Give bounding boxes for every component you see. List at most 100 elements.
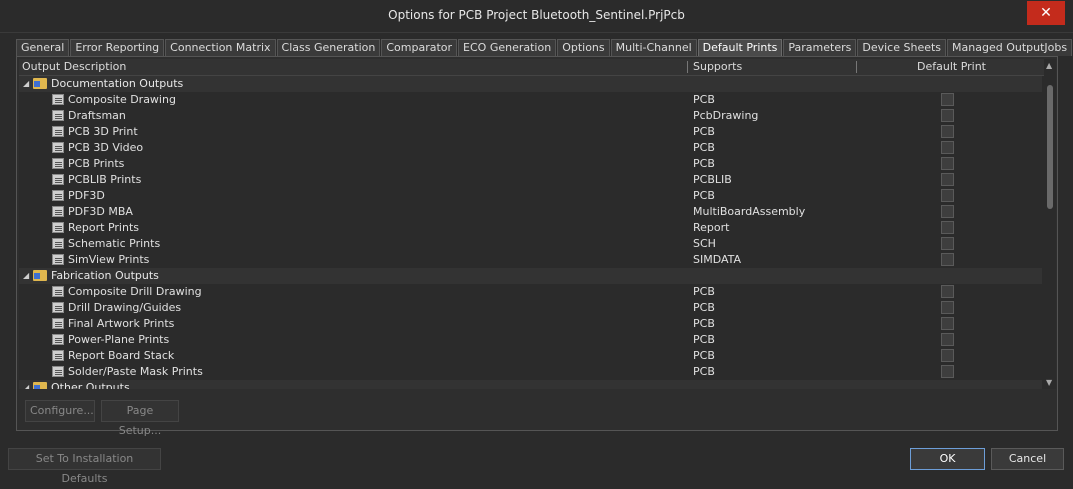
output-name: PCB Prints <box>68 157 125 170</box>
default-print-checkbox[interactable] <box>941 141 954 154</box>
default-print-checkbox[interactable] <box>941 365 954 378</box>
output-name: Schematic Prints <box>68 237 161 250</box>
scrollbar-thumb[interactable] <box>1047 85 1053 209</box>
output-row[interactable]: PCBLIB Prints PCBLIB <box>19 172 1042 188</box>
default-print-checkbox[interactable] <box>941 285 954 298</box>
group-row[interactable]: ◢ Fabrication Outputs <box>19 268 1042 284</box>
output-name: PCB 3D Video <box>68 141 144 154</box>
close-button[interactable]: ✕ <box>1027 1 1065 25</box>
output-row[interactable]: Schematic Prints SCH <box>19 236 1042 252</box>
group-row[interactable]: ◢ Documentation Outputs <box>19 76 1042 92</box>
ok-button[interactable]: OK <box>910 448 985 470</box>
printer-icon <box>52 318 64 329</box>
outputs-grid: Output Description Supports Default Prin… <box>19 59 1056 389</box>
output-name: Power-Plane Prints <box>68 333 170 346</box>
output-row[interactable]: PCB 3D Video PCB <box>19 140 1042 156</box>
tab-general[interactable]: General <box>16 39 70 56</box>
default-print-checkbox[interactable] <box>941 125 954 138</box>
tab-device-sheets[interactable]: Device Sheets <box>857 39 947 56</box>
tab-error-reporting[interactable]: Error Reporting <box>70 39 165 56</box>
folder-icon <box>33 382 47 389</box>
window-title: Options for PCB Project Bluetooth_Sentin… <box>388 8 685 22</box>
column-divider[interactable] <box>687 61 688 73</box>
default-print-checkbox[interactable] <box>941 109 954 122</box>
column-header-supports[interactable]: Supports <box>693 60 742 73</box>
output-row[interactable]: Draftsman PcbDrawing <box>19 108 1042 124</box>
configure-button[interactable]: Configure... <box>25 400 95 422</box>
tab-multi-channel[interactable]: Multi-Channel <box>610 39 697 56</box>
output-supports: PCB <box>693 125 715 138</box>
tab-default-prints[interactable]: Default Prints <box>697 39 783 56</box>
collapse-arrow-icon[interactable]: ◢ <box>23 271 29 280</box>
scroll-up-icon[interactable]: ▲ <box>1046 61 1052 70</box>
output-row[interactable]: PCB Prints PCB <box>19 156 1042 172</box>
output-row[interactable]: PCB 3D Print PCB <box>19 124 1042 140</box>
output-row[interactable]: Report Prints Report <box>19 220 1042 236</box>
tab-comparator[interactable]: Comparator <box>381 39 458 56</box>
printer-icon <box>52 350 64 361</box>
output-row[interactable]: Power-Plane Prints PCB <box>19 332 1042 348</box>
default-print-checkbox[interactable] <box>941 317 954 330</box>
output-name: Drill Drawing/Guides <box>68 301 182 314</box>
printer-icon <box>52 126 64 137</box>
output-supports: PCB <box>693 301 715 314</box>
output-supports: SIMDATA <box>693 253 742 266</box>
column-header-description[interactable]: Output Description <box>22 60 126 73</box>
output-supports: PCBLIB <box>693 173 732 186</box>
output-supports: PcbDrawing <box>693 109 759 122</box>
default-print-checkbox[interactable] <box>941 301 954 314</box>
output-supports: PCB <box>693 285 715 298</box>
output-name: Draftsman <box>68 109 126 122</box>
default-print-checkbox[interactable] <box>941 333 954 346</box>
page-setup-button[interactable]: Page Setup... <box>101 400 179 437</box>
default-print-checkbox[interactable] <box>941 237 954 250</box>
output-name: Report Prints <box>68 221 139 234</box>
default-print-checkbox[interactable] <box>941 93 954 106</box>
output-row[interactable]: Composite Drawing PCB <box>19 92 1042 108</box>
output-row[interactable]: Final Artwork Prints PCB <box>19 316 1042 332</box>
cancel-button[interactable]: Cancel <box>991 448 1064 470</box>
output-row[interactable]: PDF3D MBA MultiBoardAssembly <box>19 204 1042 220</box>
tab-connection-matrix[interactable]: Connection Matrix <box>165 39 276 56</box>
title-bar: Options for PCB Project Bluetooth_Sentin… <box>0 0 1073 33</box>
collapse-arrow-icon[interactable]: ◢ <box>23 79 29 88</box>
default-print-checkbox[interactable] <box>941 349 954 362</box>
tab-class-generation[interactable]: Class Generation <box>276 39 381 56</box>
group-row[interactable]: ◢ Other Outputs <box>19 380 1042 389</box>
output-row[interactable]: Solder/Paste Mask Prints PCB <box>19 364 1042 380</box>
output-row[interactable]: SimView Prints SIMDATA <box>19 252 1042 268</box>
output-supports: PCB <box>693 317 715 330</box>
collapse-arrow-icon[interactable]: ◢ <box>23 383 29 389</box>
output-name: Composite Drawing <box>68 93 176 106</box>
vertical-scrollbar[interactable]: ▲ ▼ <box>1044 59 1056 389</box>
set-to-installation-defaults-button[interactable]: Set To Installation Defaults <box>8 448 161 485</box>
column-header-default-print[interactable]: Default Print <box>917 60 986 73</box>
default-print-checkbox[interactable] <box>941 253 954 266</box>
folder-icon <box>33 78 47 89</box>
output-row[interactable]: Report Board Stack PCB <box>19 348 1042 364</box>
output-row[interactable]: Composite Drill Drawing PCB <box>19 284 1042 300</box>
output-supports: PCB <box>693 365 715 378</box>
tab-options[interactable]: Options <box>557 39 610 56</box>
printer-icon <box>52 254 64 265</box>
output-row[interactable]: PDF3D PCB <box>19 188 1042 204</box>
output-supports: PCB <box>693 189 715 202</box>
printer-icon <box>52 94 64 105</box>
output-supports: PCB <box>693 141 715 154</box>
default-print-checkbox[interactable] <box>941 205 954 218</box>
printer-icon <box>52 110 64 121</box>
folder-icon <box>33 270 47 281</box>
scroll-down-icon[interactable]: ▼ <box>1046 378 1052 387</box>
tab-bar: General Error Reporting Connection Matri… <box>16 39 1073 57</box>
column-divider[interactable] <box>856 61 857 73</box>
tab-managed-outputjobs[interactable]: Managed OutputJobs <box>947 39 1073 56</box>
default-print-checkbox[interactable] <box>941 173 954 186</box>
default-print-checkbox[interactable] <box>941 157 954 170</box>
output-name: PCB 3D Print <box>68 125 138 138</box>
tab-eco-generation[interactable]: ECO Generation <box>458 39 557 56</box>
default-print-checkbox[interactable] <box>941 221 954 234</box>
tab-parameters[interactable]: Parameters <box>783 39 857 56</box>
output-row[interactable]: Drill Drawing/Guides PCB <box>19 300 1042 316</box>
output-name: Composite Drill Drawing <box>68 285 202 298</box>
default-print-checkbox[interactable] <box>941 189 954 202</box>
